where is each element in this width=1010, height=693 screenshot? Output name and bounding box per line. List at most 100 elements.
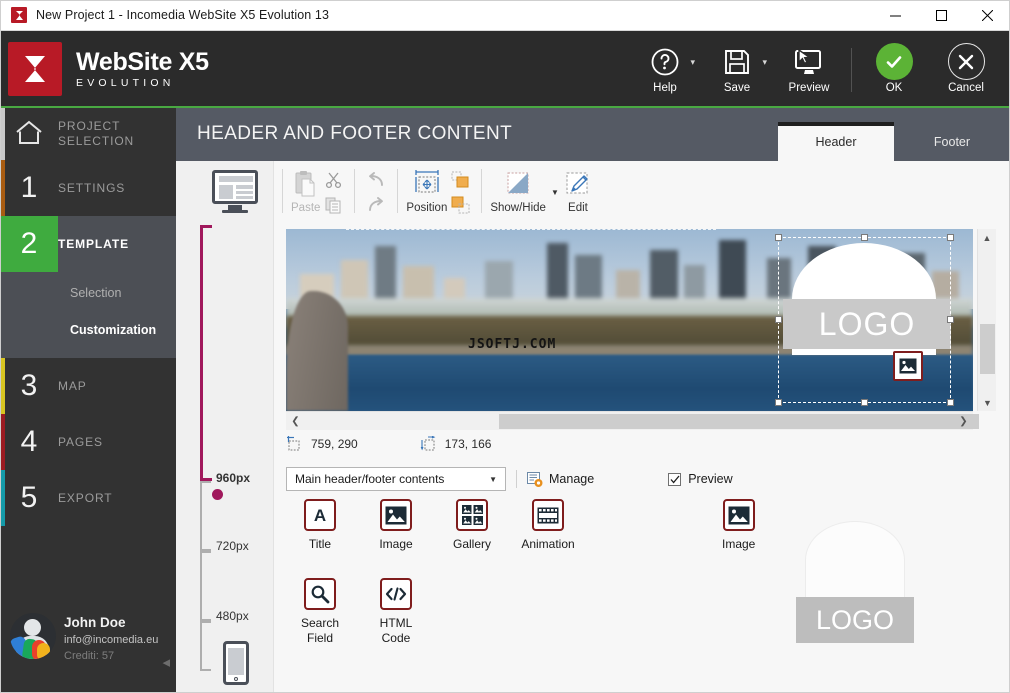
canvas-horizontal-scrollbar[interactable]: ❮ ❯ [286,411,973,430]
horizontal-scroll-thumb[interactable] [499,414,979,429]
position-button[interactable]: Position [406,161,447,214]
resize-handle-e[interactable] [947,316,954,323]
widget-gallery-label: Gallery [453,537,491,552]
position-icon [412,167,442,201]
widget-image[interactable]: Image [358,499,434,552]
show-hide-button[interactable]: Show/Hide [490,161,546,214]
preview-checkbox[interactable]: Preview [668,472,732,486]
sidebar-strip [0,108,5,160]
header-footer-tabs: Header Footer [778,108,1010,161]
main-content: 960px 720px 480px [176,161,1010,693]
help-label: Help [653,82,677,94]
toolbar-divider [481,169,482,213]
widget-palette: A Title Image [282,499,622,646]
brand-logo: WebSite X5 EVOLUTION [8,42,209,96]
svg-text:A: A [314,506,326,525]
brand-subtitle: EVOLUTION [76,77,209,89]
sidebar-number-2: 2 [0,229,58,259]
cut-scissors-icon[interactable] [320,169,346,191]
cancel-button[interactable]: Cancel [930,36,1002,104]
content-preview-pane: Image LOGO [696,499,1010,689]
widget-animation[interactable]: Animation [510,499,586,552]
edit-button[interactable]: Edit [564,161,592,214]
sidebar-number-1: 1 [0,173,58,203]
resize-handle-ne[interactable] [947,234,954,241]
widget-gallery[interactable]: Gallery [434,499,510,552]
widget-row: SearchField HTMLCode [282,578,622,646]
edit-pencil-icon [564,167,592,201]
sidebar-item-map[interactable]: 3 MAP [0,358,176,414]
header-preview-canvas[interactable]: JSOFTJ.COM LOGO [286,229,973,411]
undo-icon[interactable] [363,169,389,191]
film-strip-icon [532,499,564,531]
user-email: info@incomedia.eu [64,634,158,646]
widget-title[interactable]: A Title [282,499,358,552]
help-button[interactable]: Help ▾ [629,36,701,104]
sidebar-item-project-selection[interactable]: PROJECTSELECTION [0,108,176,160]
image-icon [380,499,412,531]
widget-search-field[interactable]: SearchField [282,578,358,646]
chevron-down-icon[interactable]: ▼ [489,475,497,484]
sidebar-item-pages[interactable]: 4 PAGES [0,414,176,470]
x-circle-icon [948,43,985,80]
show-hide-icon [504,167,532,201]
sidebar-label-settings: SETTINGS [58,181,125,196]
save-button[interactable]: Save ▾ [701,36,773,104]
sidebar-item-settings[interactable]: 1 SETTINGS [0,160,176,216]
content-options-row: Main header/footer contents ▼ Manage [286,466,986,492]
object-position: 759, 290 [286,436,358,452]
tab-footer[interactable]: Footer [894,122,1010,161]
save-label: Save [724,82,750,94]
redo-icon[interactable] [363,194,389,216]
manage-button[interactable]: Manage [527,472,594,487]
image-icon[interactable] [893,351,923,381]
manage-gear-icon [527,472,543,487]
widget-image-label: Image [379,537,412,552]
preview-item-label: Image [722,537,755,552]
sidebar-item-export[interactable]: 5 EXPORT [0,470,176,526]
collapse-left-icon[interactable]: ◂ [162,653,170,671]
preview-item-image[interactable]: Image [722,499,755,552]
resize-handle-n[interactable] [861,234,868,241]
sidebar-strip [0,470,5,526]
resize-handle-s[interactable] [861,399,868,406]
save-chevron-down-icon[interactable]: ▾ [762,57,767,68]
bring-to-front-icon[interactable] [447,169,473,191]
maximize-button[interactable] [918,0,964,31]
minimize-button[interactable] [872,0,918,31]
avatar [10,613,56,659]
chevron-down-icon[interactable]: ▼ [978,394,997,411]
help-chevron-down-icon[interactable]: ▾ [690,57,695,68]
editor-toolbar: Paste [274,161,1010,223]
paste-button[interactable]: Paste [291,161,320,214]
chevron-right-icon[interactable]: ❯ [954,412,973,431]
user-panel[interactable]: John Doe info@incomedia.eu Crediti: 57 [0,603,176,679]
sidebar-label-pages: PAGES [58,435,103,450]
breakpoint-handle[interactable] [212,489,223,500]
ok-button[interactable]: OK [858,36,930,104]
sidebar-item-selection[interactable]: Selection [0,274,176,311]
vertical-scroll-thumb[interactable] [980,324,995,374]
responsive-ruler: 960px 720px 480px [176,161,274,693]
close-button[interactable] [964,0,1010,31]
chevron-left-icon[interactable]: ❮ [286,412,305,431]
resize-handle-nw[interactable] [775,234,782,241]
chevron-up-icon[interactable]: ▲ [978,229,996,246]
show-hide-chevron-down-icon[interactable]: ▼ [551,188,559,197]
widget-search-field-label: SearchField [301,616,339,646]
tab-header[interactable]: Header [778,122,894,161]
resize-handle-se[interactable] [947,399,954,406]
resize-handle-w[interactable] [775,316,782,323]
send-to-back-icon[interactable] [447,194,473,216]
resize-handle-sw[interactable] [775,399,782,406]
copy-icon[interactable] [320,194,346,216]
canvas-vertical-scrollbar[interactable]: ▲ ▼ [977,229,996,411]
contents-select[interactable]: Main header/footer contents ▼ [286,467,506,491]
guide-line [346,229,716,230]
sidebar-item-template[interactable]: 2 TEMPLATE [0,216,176,272]
selection-box[interactable] [778,237,951,403]
sidebar-strip [0,160,5,216]
widget-html-code[interactable]: HTMLCode [358,578,434,646]
preview-button[interactable]: Preview [773,36,845,104]
sidebar-item-customization[interactable]: Customization [0,311,176,348]
